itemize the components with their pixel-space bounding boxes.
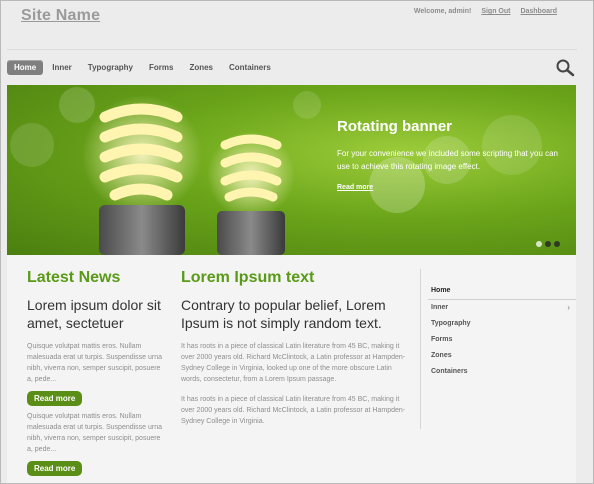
- column-divider: [420, 269, 421, 429]
- main-content: Latest News Lorem ipsum dolor sit amet, …: [7, 255, 576, 483]
- lorem-paragraph: It has roots in a piece of classical Lat…: [181, 343, 406, 383]
- page-frame: Site Name Welcome, admin! Sign Out Dashb…: [0, 0, 594, 484]
- chevron-right-icon: ›: [567, 303, 570, 312]
- slide-dot-1[interactable]: [536, 241, 542, 247]
- banner-title: Rotating banner: [337, 118, 452, 135]
- sidebar-item-label: Containers: [431, 368, 468, 375]
- lorem-title: Lorem Ipsum text: [181, 269, 315, 286]
- read-more-button[interactable]: Read more: [27, 391, 83, 406]
- welcome-text: Welcome, admin!: [413, 8, 472, 15]
- sidebar-item-containers[interactable]: Containers: [428, 364, 576, 380]
- sidebar-item-home[interactable]: Home: [428, 283, 576, 300]
- search-icon[interactable]: [555, 59, 575, 77]
- sidebar-item-label: Typography: [431, 320, 471, 327]
- news-item-text: Quisque volutpat mattis eros. Nullam mal…: [27, 413, 163, 453]
- nav-item-zones[interactable]: Zones: [182, 60, 220, 75]
- site-name-link[interactable]: Site Name: [21, 7, 100, 25]
- nav-item-inner[interactable]: Inner: [45, 60, 79, 75]
- dashboard-link[interactable]: Dashboard: [520, 8, 557, 15]
- slide-indicator: [536, 241, 560, 247]
- lorem-headline: Contrary to popular belief, Lorem Ipsum …: [181, 297, 386, 331]
- sidebar-item-label: Forms: [431, 336, 453, 343]
- sidebar-item-typography[interactable]: Typography: [428, 316, 576, 332]
- latest-news-title: Latest News: [27, 269, 121, 286]
- nav-item-home[interactable]: Home: [7, 59, 44, 75]
- sidebar-nav: Home Inner › Typography Forms Zones Conta…: [428, 283, 576, 380]
- banner-text: For your convenience we included some sc…: [337, 149, 559, 171]
- sidebar-item-label: Inner: [431, 304, 449, 311]
- nav-item-containers[interactable]: Containers: [222, 60, 278, 75]
- sidebar-item-label: Home: [431, 287, 451, 294]
- nav-item-forms[interactable]: Forms: [142, 60, 180, 75]
- nav-item-typography[interactable]: Typography: [81, 60, 140, 75]
- news-item-text: Quisque volutpat mattis eros. Nullam mal…: [27, 343, 163, 383]
- sign-out-link[interactable]: Sign Out: [481, 8, 510, 15]
- lorem-column: Lorem Ipsum text Contrary to popular bel…: [181, 255, 407, 427]
- sidebar-item-inner[interactable]: Inner ›: [428, 300, 576, 316]
- latest-news-column: Latest News Lorem ipsum dolor sit amet, …: [27, 255, 167, 476]
- slide-dot-2[interactable]: [545, 241, 551, 247]
- banner-read-more-link[interactable]: Read more: [337, 184, 373, 191]
- user-links: Welcome, admin! Sign Out Dashboard: [406, 8, 557, 15]
- rotating-banner: Rotating banner For your convenience we …: [7, 85, 576, 255]
- sidebar-item-zones[interactable]: Zones: [428, 348, 576, 364]
- lorem-paragraph: It has roots in a piece of classical Lat…: [181, 396, 406, 425]
- main-nav: Home Inner Typography Forms Zones Contai…: [7, 59, 280, 75]
- sidebar-item-label: Zones: [431, 352, 452, 359]
- read-more-button[interactable]: Read more: [27, 461, 83, 476]
- slide-dot-3[interactable]: [554, 241, 560, 247]
- latest-news-headline: Lorem ipsum dolor sit amet, sectetuer: [27, 297, 161, 331]
- sidebar-item-forms[interactable]: Forms: [428, 332, 576, 348]
- header-divider: [7, 49, 577, 50]
